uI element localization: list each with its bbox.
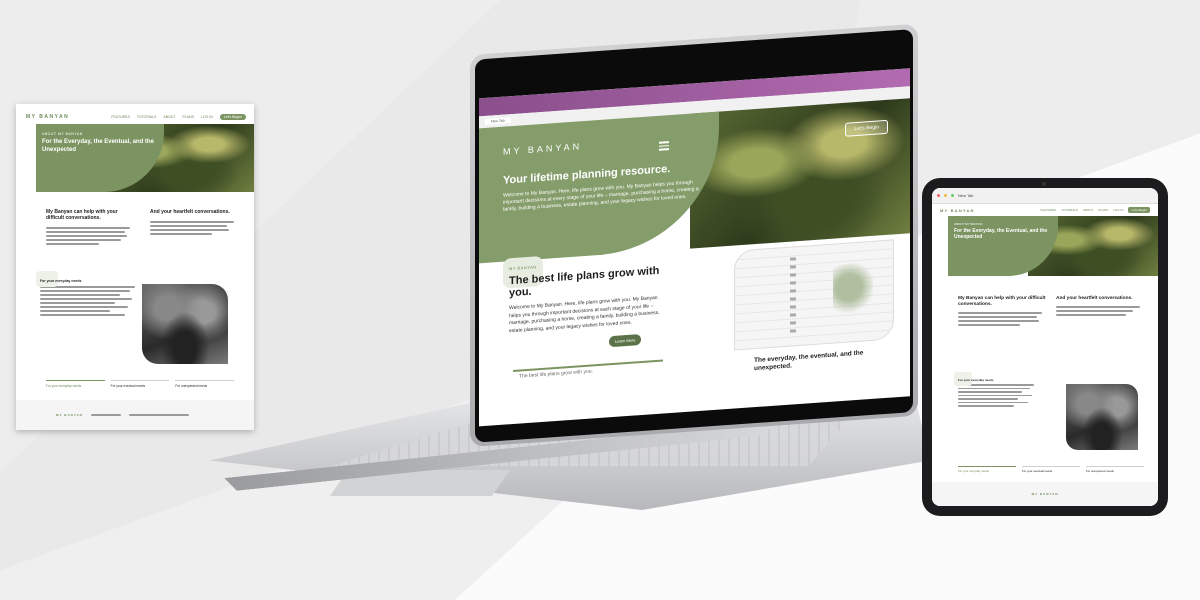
nav-menu: FEATURES TUTORIALS ABOUT PLANS LOG IN Le… xyxy=(111,114,246,120)
nav-cta-button[interactable]: Let's Begin! xyxy=(1128,207,1150,213)
about-col-right: And your heartfelt conversations. xyxy=(1056,296,1144,328)
planner-leaves xyxy=(833,261,873,325)
about-col-right-heading: And your heartfelt conversations. xyxy=(150,209,230,215)
hero-eyebrow: ABOUT MY BANYAN xyxy=(42,132,83,136)
nav-item-features[interactable]: FEATURES xyxy=(1040,208,1056,212)
bottom-right-heading: The everyday, the eventual, and the unex… xyxy=(754,349,864,373)
needs-tabs: For your everyday needs For your eventua… xyxy=(46,380,235,388)
nav-item-features[interactable]: FEATURES xyxy=(111,115,129,119)
tablet-screen: New Tab MY BANYAN FEATURES TUTORIALS ABO… xyxy=(932,188,1158,506)
nav-item-login[interactable]: LOG IN xyxy=(1113,208,1123,212)
about-columns: My Banyan can help with your difficult c… xyxy=(46,209,238,247)
tablet-browser-tab[interactable]: New Tab xyxy=(958,193,974,198)
nav-item-plans[interactable]: PLANS xyxy=(182,115,193,119)
about-col-left: My Banyan can help with your difficult c… xyxy=(46,209,134,247)
nav-item-plans[interactable]: PLANS xyxy=(1098,208,1108,212)
bw-tree-photo xyxy=(1066,384,1138,450)
nav-cta-button[interactable]: Let's Begin! xyxy=(219,114,246,120)
printed-page-mockup: MY BANYAN FEATURES TUTORIALS ABOUT PLANS… xyxy=(16,104,254,430)
hero-heading: For the Everyday, the Eventual, and the … xyxy=(954,228,1048,240)
lets-begin-button[interactable]: Let's Begin xyxy=(845,119,888,137)
hero-heading: For the Everyday, the Eventual, and the … xyxy=(42,139,154,153)
everyday-needs-heading: For your everyday needs xyxy=(958,378,994,382)
site-logo[interactable]: MY BANYAN xyxy=(940,208,975,213)
about-columns: My Banyan can help with your difficult c… xyxy=(932,276,1158,328)
laptop-lid: New Tab MY BANYAN Your lifetime planning… xyxy=(470,23,918,447)
tab-everyday[interactable]: For your everyday needs xyxy=(958,466,1016,473)
footer-logo[interactable]: MY BANYAN xyxy=(1032,492,1059,496)
site-footer: MY BANYAN xyxy=(16,400,254,430)
about-col-right: And your heartfelt conversations. xyxy=(150,209,238,247)
tablet-device: New Tab MY BANYAN FEATURES TUTORIALS ABO… xyxy=(922,178,1168,516)
tablet-browser-chrome: New Tab xyxy=(932,188,1158,204)
home-bottom-strip: The best life plans grow with you. The e… xyxy=(513,347,894,389)
planner-photo xyxy=(734,239,894,351)
nav-item-about[interactable]: ABOUT xyxy=(163,115,175,119)
learn-more-button[interactable]: Learn More xyxy=(609,334,642,348)
everyday-needs-section: For your everyday needs xyxy=(36,271,140,318)
site-nav: MY BANYAN FEATURES TUTORIALS ABOUT PLANS… xyxy=(26,110,246,124)
hero-eyebrow: ABOUT MY BANYAN xyxy=(954,222,983,226)
about-col-left-heading: My Banyan can help with your difficult c… xyxy=(46,209,118,221)
about-hero: ABOUT MY BANYAN For the Everyday, the Ev… xyxy=(932,216,1158,276)
tab-unexpected[interactable]: For unexpected needs xyxy=(1086,466,1144,473)
nav-menu: FEATURES TUTORIALS ABOUT PLANS LOG IN Le… xyxy=(1040,207,1150,213)
footer-logo[interactable]: MY BANYAN xyxy=(56,413,83,417)
home-hero: MY BANYAN Your lifetime planning resourc… xyxy=(479,98,910,264)
nav-item-login[interactable]: LOG IN xyxy=(201,115,213,119)
site-footer: MY BANYAN xyxy=(932,482,1158,506)
planner-rings xyxy=(790,257,796,338)
nav-item-tutorials[interactable]: TUTORIALS xyxy=(137,115,157,119)
about-col-right-heading: And your heartfelt conversations. xyxy=(1056,296,1133,301)
about-hero: ABOUT MY BANYAN For the Everyday, the Ev… xyxy=(16,124,254,192)
needs-tabs: For your everyday needs For your eventua… xyxy=(958,466,1144,473)
home-hero-panel: MY BANYAN Your lifetime planning resourc… xyxy=(479,111,719,264)
tab-eventual[interactable]: For your eventual needs xyxy=(110,380,170,388)
best-life-plans-section: MY BANYAN The best life plans grow with … xyxy=(503,255,669,355)
tablet-camera xyxy=(1042,182,1046,186)
tab-everyday[interactable]: For your everyday needs xyxy=(46,380,105,388)
site-logo[interactable]: MY BANYAN xyxy=(26,114,69,120)
everyday-needs-section: For your everyday needs xyxy=(954,372,1038,409)
bw-tree-photo xyxy=(142,284,228,364)
nav-item-tutorials[interactable]: TUTORIALS xyxy=(1061,208,1078,212)
site-nav: MY BANYAN FEATURES TUTORIALS ABOUT PLANS… xyxy=(932,204,1158,216)
tab-unexpected[interactable]: For unexpected needs xyxy=(175,380,235,388)
hamburger-menu-icon[interactable] xyxy=(659,139,669,152)
tab-eventual[interactable]: For your eventual needs xyxy=(1022,466,1080,473)
everyday-needs-heading: For your everyday needs xyxy=(40,279,82,283)
browser-tab[interactable]: New Tab xyxy=(485,117,511,125)
laptop-screen: New Tab MY BANYAN Your lifetime planning… xyxy=(479,68,910,427)
about-col-left-heading: My Banyan can help with your difficult c… xyxy=(958,296,1046,307)
about-col-left: My Banyan can help with your difficult c… xyxy=(958,296,1046,328)
nav-item-about[interactable]: ABOUT xyxy=(1083,208,1093,212)
section-copy: Welcome to My Banyan. Here, life plans g… xyxy=(509,294,660,334)
